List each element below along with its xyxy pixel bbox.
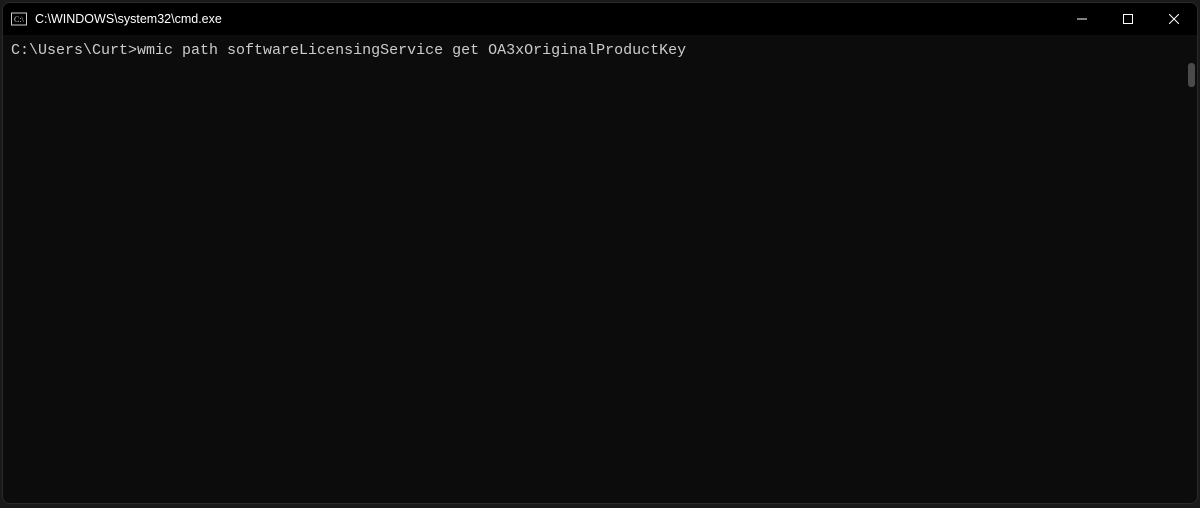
maximize-button[interactable]: [1105, 3, 1151, 35]
svg-text:C:\: C:\: [14, 15, 25, 24]
close-button[interactable]: [1151, 3, 1197, 35]
scrollbar-thumb[interactable]: [1188, 63, 1195, 87]
cmd-icon: C:\: [11, 11, 27, 27]
titlebar[interactable]: C:\ C:\WINDOWS\system32\cmd.exe: [3, 3, 1197, 35]
titlebar-left: C:\ C:\WINDOWS\system32\cmd.exe: [11, 11, 222, 27]
prompt: C:\Users\Curt>: [11, 42, 137, 59]
window-controls: [1059, 3, 1197, 35]
command-text: wmic path softwareLicensingService get O…: [137, 42, 686, 59]
minimize-button[interactable]: [1059, 3, 1105, 35]
terminal-line: C:\Users\Curt>wmic path softwareLicensin…: [11, 41, 1189, 61]
window-title: C:\WINDOWS\system32\cmd.exe: [35, 12, 222, 26]
scrollbar[interactable]: [1185, 39, 1195, 499]
terminal-body[interactable]: C:\Users\Curt>wmic path softwareLicensin…: [3, 35, 1197, 503]
cmd-window: C:\ C:\WINDOWS\system32\cmd.exe: [2, 2, 1198, 504]
